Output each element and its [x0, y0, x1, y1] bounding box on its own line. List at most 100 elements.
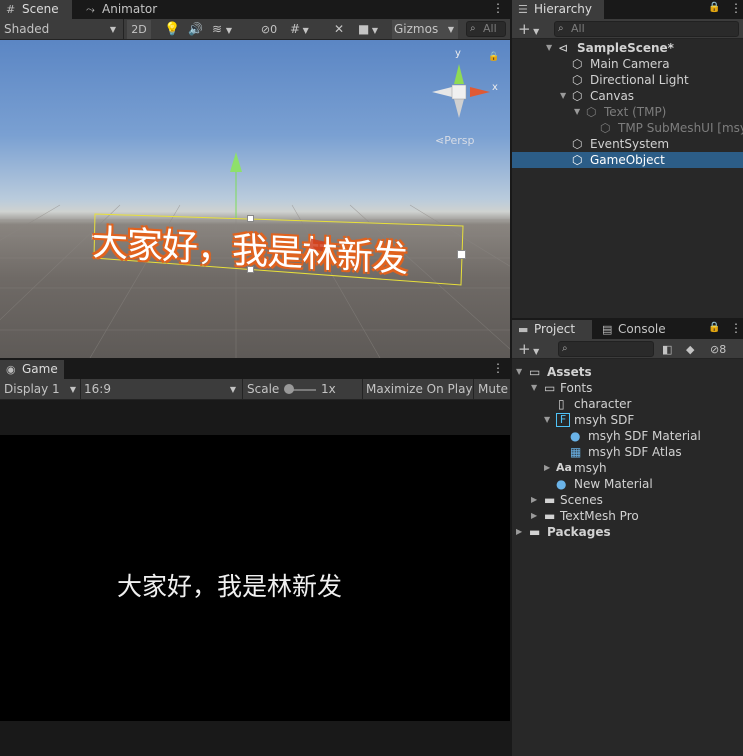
dropdown-arrow-icon: ▼	[109, 25, 116, 34]
game-menu-icon[interactable]: ⋮	[492, 361, 504, 375]
scene-panel: # Scene ⤳ Animator ⋮ Shaded ▼ 2D 💡 🔊 ≋ ▼…	[0, 0, 510, 358]
gameobject-cube-icon: ⬡	[572, 57, 583, 71]
projection-toggle[interactable]: ⋖Persp	[435, 134, 474, 147]
expand-arrow-icon[interactable]: ▼	[531, 380, 537, 396]
gizmos-dropdown[interactable]: Gizmos ▼	[392, 20, 458, 39]
project-item-new-material[interactable]: ● New Material	[512, 476, 743, 492]
project-item-packages[interactable]: ▶ ▬ Packages	[512, 524, 743, 540]
mute-toggle[interactable]: Mute	[478, 380, 508, 399]
display-dropdown[interactable]: Display 1 ▼	[4, 380, 78, 399]
gameobject-cube-icon: ⬡	[572, 137, 583, 151]
collapse-arrow-icon[interactable]: ▶	[531, 508, 537, 524]
hierarchy-item-gameobject[interactable]: ⬡ GameObject	[512, 152, 743, 168]
scale-value: 1x	[321, 382, 336, 396]
maximize-on-play-toggle[interactable]: Maximize On Play	[366, 380, 473, 399]
tools-icon[interactable]: ✕	[334, 20, 348, 39]
scene-menu-icon[interactable]: ⋮	[492, 1, 504, 15]
scale-label: Scale	[247, 382, 280, 396]
eye-off-icon: ⊘	[710, 343, 720, 356]
text-file-icon: ▯	[558, 397, 565, 411]
expand-arrow-icon[interactable]: ▼	[516, 364, 522, 380]
search-icon: ⌕	[562, 343, 568, 354]
hierarchy-toolbar: + ▼ ⌕ All	[512, 19, 743, 39]
grid-snap-icon[interactable]: # ▼	[290, 20, 320, 39]
create-dropdown[interactable]: + ▼	[518, 340, 546, 359]
project-item-character[interactable]: ▯ character	[512, 396, 743, 412]
project-item-msyh[interactable]: ▶ Aa msyh	[512, 460, 743, 476]
folder-open-icon: ▭	[544, 381, 556, 395]
project-item-msyh-sdf[interactable]: ▼ F msyh SDF	[512, 412, 743, 428]
project-item-scenes[interactable]: ▶ ▬ Scenes	[512, 492, 743, 508]
create-dropdown[interactable]: + ▼	[518, 20, 546, 39]
folder-open-icon: ▭	[529, 365, 541, 379]
folder-icon: ▬	[544, 493, 556, 507]
aspect-dropdown[interactable]: 16:9 ▼	[84, 380, 238, 399]
scale-slider-thumb[interactable]	[284, 384, 294, 394]
folder-icon: ▬	[544, 509, 556, 523]
expand-arrow-icon[interactable]: ▼	[544, 412, 550, 428]
project-item-textmesh-pro[interactable]: ▶ ▬ TextMesh Pro	[512, 508, 743, 524]
tab-project[interactable]: ▬ Project	[512, 320, 592, 339]
dropdown-arrow-icon: ▼	[69, 385, 76, 394]
hidden-packages-toggle[interactable]: ⊘8	[710, 340, 726, 359]
divider	[362, 379, 363, 400]
scene-viewport[interactable]: 大家好，我是林新发 y x 🔒 ⋖Persp	[0, 40, 510, 358]
collapse-arrow-icon[interactable]: ▶	[531, 492, 537, 508]
filter-by-label-icon[interactable]: ◆	[686, 340, 694, 359]
lock-icon[interactable]: 🔒	[488, 52, 499, 62]
search-icon: ⌕	[558, 23, 564, 34]
unity-scene-icon: ⊲	[558, 41, 569, 55]
tab-console[interactable]: ▤ Console	[596, 320, 684, 339]
project-search-input[interactable]: ⌕	[558, 341, 654, 357]
project-item-msyh-sdf-atlas[interactable]: ▦ msyh SDF Atlas	[512, 444, 743, 460]
divider	[80, 379, 81, 400]
font-asset-icon: F	[556, 413, 570, 427]
hierarchy-item-main-camera[interactable]: ⬡ Main Camera	[512, 56, 743, 72]
project-menu-icon[interactable]: ⋮	[730, 321, 742, 335]
audio-toggle-icon[interactable]: 🔊	[188, 20, 204, 39]
hidden-objects-toggle[interactable]: ⊘0	[254, 20, 284, 39]
expand-arrow-icon[interactable]: ▼	[546, 40, 552, 56]
tab-hierarchy[interactable]: ☰ Hierarchy	[512, 0, 604, 19]
expand-arrow-icon[interactable]: ▼	[560, 88, 566, 104]
hierarchy-item-text-tmp[interactable]: ▼ ⬡ Text (TMP)	[512, 104, 743, 120]
lock-icon[interactable]: 🔒	[708, 2, 720, 13]
project-item-msyh-sdf-material[interactable]: ● msyh SDF Material	[512, 428, 743, 444]
hierarchy-item-canvas[interactable]: ▼ ⬡ Canvas	[512, 88, 743, 104]
camera-dropdown-icon[interactable]: ■ ▼	[358, 20, 388, 39]
hierarchy-item-directional-light[interactable]: ⬡ Directional Light	[512, 72, 743, 88]
perspective-icon: ⋖	[435, 134, 445, 147]
texture-icon: ▦	[570, 445, 582, 459]
project-item-fonts[interactable]: ▼ ▭ Fonts	[512, 380, 743, 396]
search-icon: ⌕	[470, 23, 476, 34]
expand-arrow-icon[interactable]: ▼	[574, 104, 580, 120]
tab-animator[interactable]: ⤳ Animator	[80, 0, 160, 19]
axis-x-label: x	[492, 82, 498, 93]
hierarchy-item-eventsystem[interactable]: ⬡ EventSystem	[512, 136, 743, 152]
lighting-toggle-icon[interactable]: 💡	[164, 20, 180, 39]
shading-mode-dropdown[interactable]: Shaded ▼	[4, 20, 118, 39]
scene-search-input[interactable]: ⌕ All	[466, 21, 506, 37]
tab-game[interactable]: ◉ Game	[0, 360, 64, 379]
resize-handle[interactable]	[457, 250, 466, 259]
filter-by-type-icon[interactable]: ◧	[662, 340, 672, 359]
2d-mode-toggle[interactable]: 2D	[127, 20, 151, 39]
hierarchy-search-input[interactable]: ⌕ All	[554, 21, 739, 37]
hierarchy-menu-icon[interactable]: ⋮	[730, 1, 742, 15]
collapse-arrow-icon[interactable]: ▶	[516, 524, 522, 540]
orientation-gizmo[interactable]	[428, 52, 500, 132]
gamepad-icon: ◉	[6, 363, 16, 376]
project-item-assets[interactable]: ▼ ▭ Assets	[512, 364, 743, 380]
hierarchy-item-tmp-submesh[interactable]: ⬡ TMP SubMeshUI [msy	[512, 120, 743, 136]
material-icon: ●	[570, 429, 581, 443]
collapse-arrow-icon[interactable]: ▶	[544, 460, 550, 476]
animator-icon: ⤳	[86, 3, 95, 16]
effects-dropdown-icon[interactable]: ≋ ▼	[212, 20, 242, 39]
gameobject-cube-icon: ⬡	[600, 121, 611, 135]
gameobject-cube-icon: ⬡	[572, 89, 583, 103]
tab-scene[interactable]: # Scene	[0, 0, 72, 19]
lock-icon[interactable]: 🔒	[708, 322, 720, 333]
dropdown-arrow-icon: ▼	[447, 25, 454, 34]
hierarchy-item-samplescene[interactable]: ▼ ⊲ SampleScene*	[512, 40, 743, 56]
game-rendered-text: 大家好，我是林新发	[117, 572, 343, 601]
